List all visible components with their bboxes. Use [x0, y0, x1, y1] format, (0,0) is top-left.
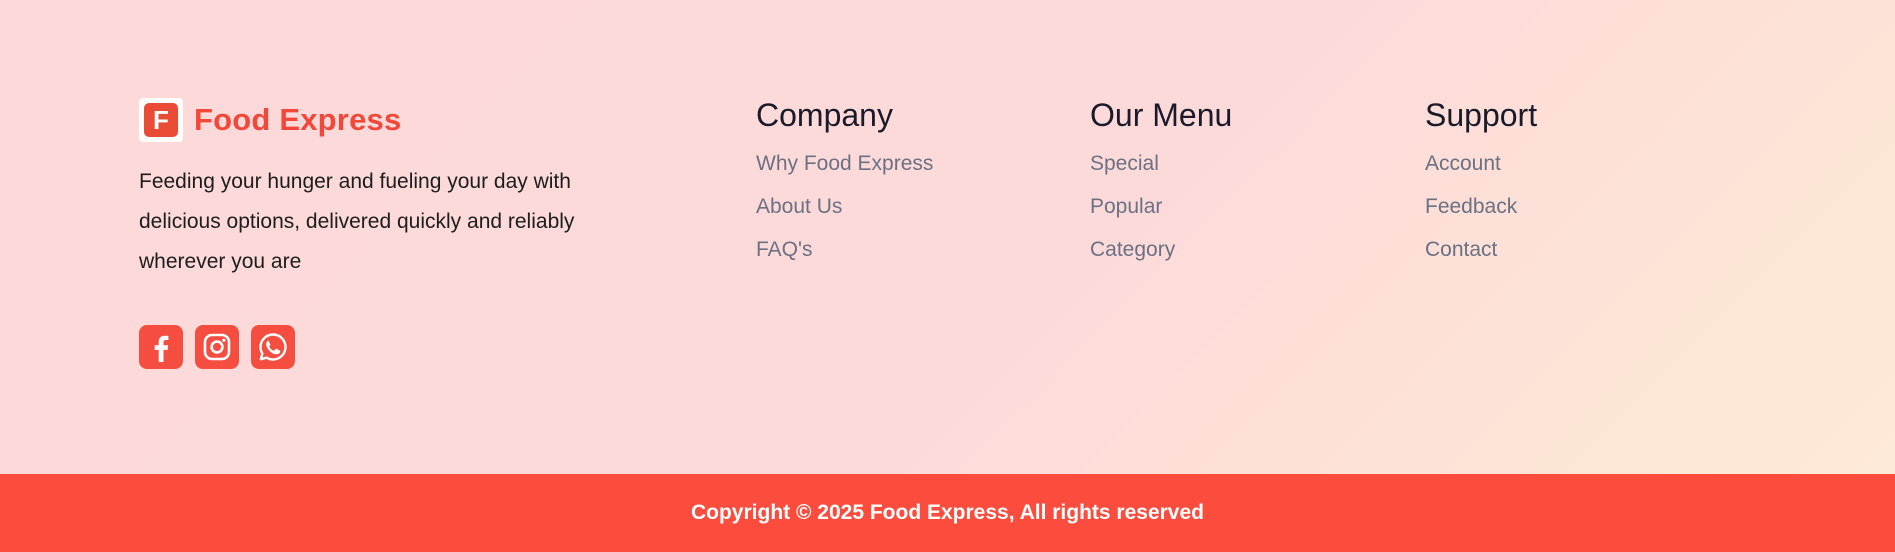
link-faqs[interactable]: FAQ's	[756, 236, 933, 279]
brand-logo-link[interactable]: F Food Express	[139, 98, 639, 142]
footer-column-support: Support Account Feedback Contact	[1425, 96, 1537, 279]
instagram-link[interactable]	[195, 325, 239, 369]
column-title-support: Support	[1425, 97, 1538, 133]
link-feedback[interactable]: Feedback	[1425, 193, 1537, 236]
brand-name: Food Express	[194, 102, 402, 137]
link-about-us[interactable]: About Us	[756, 193, 933, 236]
instagram-icon	[203, 333, 231, 361]
column-title-our-menu: Our Menu	[1090, 97, 1233, 133]
link-popular[interactable]: Popular	[1090, 193, 1232, 236]
facebook-icon	[154, 335, 169, 362]
footer-column-our-menu: Our Menu Special Popular Category	[1090, 96, 1232, 279]
brand-tagline: Feeding your hunger and fueling your day…	[139, 170, 575, 273]
footer-column-company: Company Why Food Express About Us FAQ's	[756, 96, 933, 279]
footer-brand: F Food Express Feeding your hunger and f…	[139, 98, 639, 303]
link-account[interactable]: Account	[1425, 150, 1537, 193]
menu-links: Special Popular Category	[1090, 150, 1232, 279]
whatsapp-link[interactable]	[251, 325, 295, 369]
link-special[interactable]: Special	[1090, 150, 1232, 193]
link-category[interactable]: Category	[1090, 236, 1232, 279]
link-why-food-express[interactable]: Why Food Express	[756, 150, 933, 193]
column-title-company: Company	[756, 97, 893, 133]
site-footer: F Food Express Feeding your hunger and f…	[0, 0, 1895, 552]
logo-letter: F	[144, 103, 178, 137]
support-links: Account Feedback Contact	[1425, 150, 1537, 279]
logo-icon: F	[139, 98, 183, 142]
link-contact[interactable]: Contact	[1425, 236, 1537, 279]
facebook-link[interactable]	[139, 325, 183, 369]
footer-main: F Food Express Feeding your hunger and f…	[0, 0, 1895, 474]
copyright-bar: Copyright © 2025 Food Express, All right…	[0, 474, 1895, 552]
company-links: Why Food Express About Us FAQ's	[756, 150, 933, 279]
whatsapp-icon	[259, 333, 287, 361]
copyright-text: Copyright © 2025 Food Express, All right…	[690, 501, 1204, 524]
social-links	[139, 325, 295, 369]
